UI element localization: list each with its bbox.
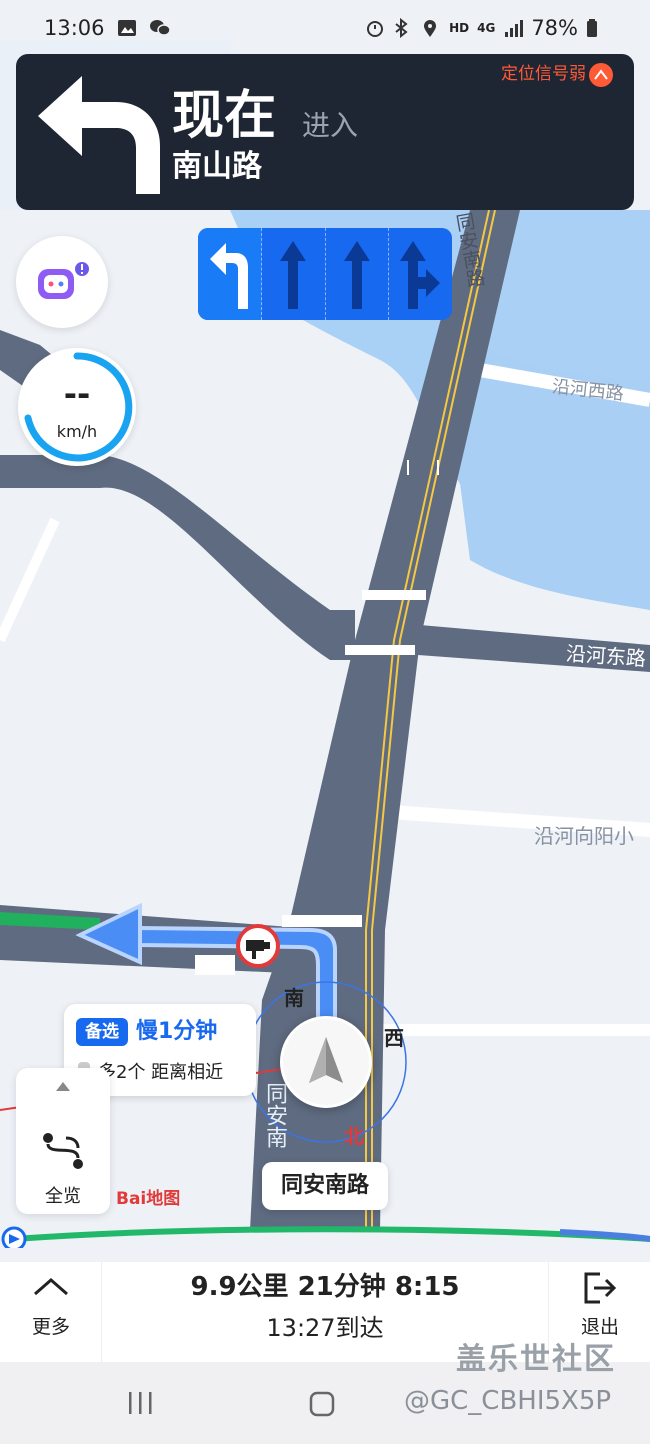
road-label-yanhe-xiangyang: 沿河向阳小: [534, 824, 634, 848]
watermark-community: 盖乐世社区: [456, 1342, 616, 1377]
gps-weak-icon: [589, 63, 613, 87]
network-label: 4G: [477, 21, 496, 35]
turn-left-arrow-icon: [38, 76, 160, 194]
banner-action: 现在: [172, 86, 277, 146]
exit-icon: [584, 1272, 617, 1304]
lane-guide: [198, 228, 452, 320]
signal-icon: [503, 18, 524, 38]
overview-button[interactable]: 全览: [16, 1068, 110, 1214]
voice-assistant-button[interactable]: [16, 236, 108, 328]
lane-left-arrow-icon: [210, 243, 249, 309]
trip-summary-line: 9.9公里 21分钟 8:15: [190, 1272, 460, 1302]
alarm-icon: [365, 18, 385, 38]
road-label-yanhe-dong: 沿河东路: [565, 641, 647, 671]
logo-text: Bai地图: [116, 1189, 181, 1209]
banner-road: 南山路: [172, 149, 262, 184]
lane-straight-right: [389, 228, 452, 320]
expand-up-icon: [56, 1082, 70, 1091]
overview-label: 全览: [45, 1186, 81, 1207]
compass-west: 西: [384, 1026, 404, 1050]
vehicle-position-icon: [280, 1016, 372, 1108]
bluetooth-icon: [393, 17, 413, 39]
speed-camera-icon: [236, 924, 280, 968]
recent-apps-icon: [129, 1392, 152, 1414]
more-label: 更多: [31, 1316, 70, 1338]
alt-route-detail: 多2个 距离相近: [98, 1062, 224, 1083]
speed-gauge: -- km/h: [18, 348, 136, 466]
route-overview-icon: [43, 1133, 83, 1169]
location-icon: [421, 18, 441, 38]
lane-left-turn: [198, 228, 262, 320]
compass-north: 北: [344, 1124, 364, 1148]
home-button[interactable]: [308, 1390, 336, 1418]
lane-straight-arrow-icon: [280, 241, 307, 309]
lane-straight-right-arrow-icon: [399, 241, 440, 309]
lane-straight-1: [262, 228, 326, 320]
lane-straight-2: [326, 228, 390, 320]
baidu-maps-logo: Bai地图: [116, 1184, 196, 1210]
compass-south: 南: [284, 986, 304, 1010]
assistant-robot-icon: [38, 262, 89, 299]
banner-enter: 进入: [302, 109, 359, 142]
gps-weak-label: 定位信号弱: [501, 64, 586, 84]
recent-apps-button[interactable]: [126, 1390, 154, 1416]
watermark-user: @GC_CBHI5X5P: [404, 1386, 612, 1416]
alt-route-badge: 备选: [76, 1018, 128, 1046]
status-time: 13:06: [44, 16, 105, 40]
more-button[interactable]: 更多: [0, 1262, 102, 1362]
hd-label: HD: [449, 21, 470, 35]
battery-percent: 78%: [531, 16, 578, 40]
speed-unit: km/h: [56, 422, 98, 441]
alt-route-title: 慢1分钟: [136, 1019, 218, 1044]
status-bar: 13:06 HD 4G 78%: [0, 0, 650, 56]
chevron-up-icon: [34, 1278, 68, 1296]
wechat-icon: [149, 18, 171, 38]
lane-straight-arrow-icon: [343, 241, 370, 309]
home-icon: [309, 1391, 335, 1417]
battery-icon: [586, 18, 606, 38]
speed-value: --: [63, 375, 91, 413]
route-progress-bar: [1, 1226, 650, 1248]
current-road-tag: 同安南路: [262, 1162, 388, 1210]
gallery-icon: [117, 18, 137, 38]
